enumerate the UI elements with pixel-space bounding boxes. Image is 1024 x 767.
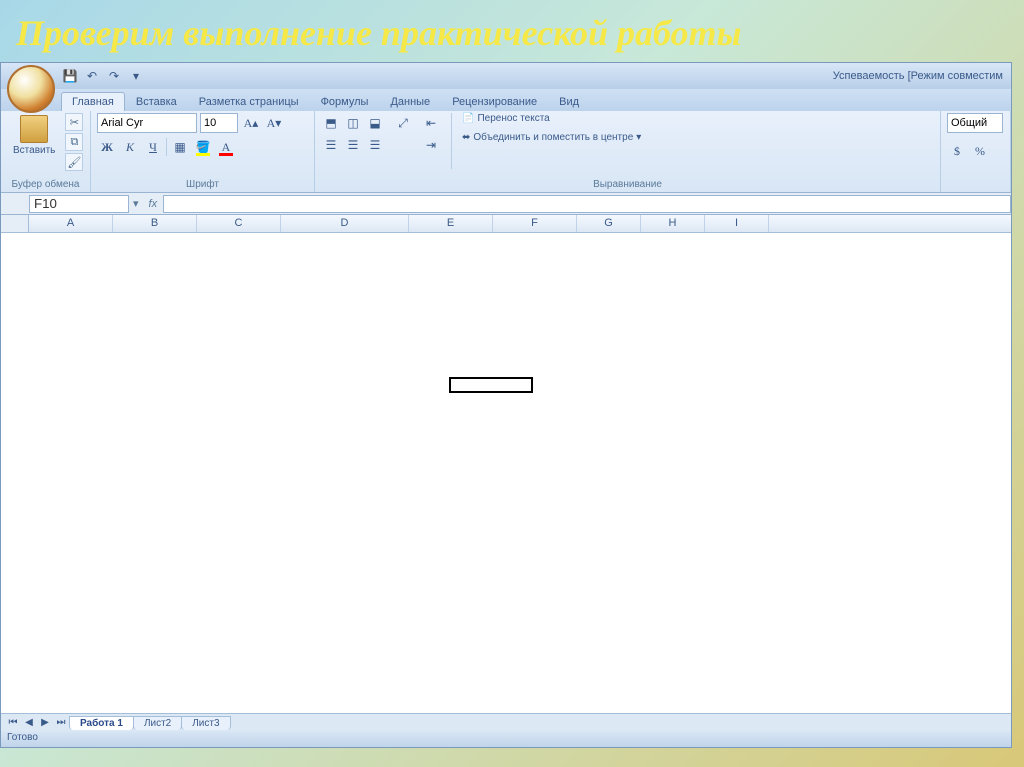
col-header-B[interactable]: B (113, 215, 197, 232)
ribbon-tabs: Главная Вставка Разметка страницы Формул… (1, 89, 1011, 111)
font-size-select[interactable] (200, 113, 238, 133)
quick-access-toolbar: 💾 ↶ ↷ ▾ (61, 67, 145, 85)
alignment-group-label: Выравнивание (321, 179, 934, 192)
col-header-I[interactable]: I (705, 215, 769, 232)
tab-home[interactable]: Главная (61, 92, 125, 111)
paste-icon (20, 115, 48, 143)
redo-icon[interactable]: ↷ (105, 67, 123, 85)
fx-icon[interactable]: fx (143, 198, 164, 210)
decrease-font-icon[interactable]: A▾ (264, 113, 284, 133)
undo-icon[interactable]: ↶ (83, 67, 101, 85)
align-center-icon[interactable]: ☰ (343, 135, 363, 155)
merge-center-button[interactable]: ⬌ Объединить и поместить в центре ▾ (462, 132, 641, 143)
name-box[interactable] (29, 195, 129, 213)
col-header-A[interactable]: A (29, 215, 113, 232)
office-button[interactable] (7, 65, 55, 113)
currency-icon[interactable]: $ (947, 141, 967, 161)
tab-layout[interactable]: Разметка страницы (188, 92, 310, 111)
fill-color-icon[interactable]: 🪣 (193, 137, 213, 157)
orientation-icon[interactable]: ⤢ (393, 113, 413, 133)
col-header-F[interactable]: F (493, 215, 577, 232)
increase-indent-icon[interactable]: ⇥ (421, 135, 441, 155)
chevron-down-icon: ▾ (636, 132, 641, 143)
save-icon[interactable]: 💾 (61, 67, 79, 85)
paste-button[interactable]: Вставить (7, 113, 61, 158)
wrap-text-button[interactable]: 📄 Перенос текста (462, 113, 641, 124)
align-middle-icon[interactable]: ◫ (343, 113, 363, 133)
align-left-icon[interactable]: ☰ (321, 135, 341, 155)
excel-window: 💾 ↶ ↷ ▾ Успеваемость [Режим совместим Гл… (0, 62, 1012, 748)
font-name-select[interactable] (97, 113, 197, 133)
group-alignment: ⬒ ◫ ⬓ ☰ ☰ ☰ ⤢ ⇤ ⇥ 📄 П (315, 111, 941, 192)
status-text: Готово (7, 732, 38, 743)
next-sheet-icon[interactable]: ▶ (37, 717, 53, 728)
wrap-icon: 📄 (462, 113, 474, 124)
group-clipboard: Вставить ✂ ⧉ 🖌 Буфер обмена (1, 111, 91, 192)
qat-dropdown-icon[interactable]: ▾ (127, 67, 145, 85)
sheet-tab-1[interactable]: Работа 1 (69, 716, 134, 730)
sheet-tabs-bar: ⏮ ◀ ▶ ⏭ Работа 1 Лист2 Лист3 (1, 713, 1011, 731)
format-painter-icon[interactable]: 🖌 (65, 153, 83, 171)
merge-icon: ⬌ (462, 132, 470, 143)
wrap-label: Перенос текста (477, 113, 549, 124)
formula-input[interactable] (163, 195, 1011, 213)
tab-view[interactable]: Вид (548, 92, 590, 111)
paste-label: Вставить (13, 145, 55, 156)
ribbon: Вставить ✂ ⧉ 🖌 Буфер обмена A▴ A▾ (1, 111, 1011, 193)
col-header-G[interactable]: G (577, 215, 641, 232)
tab-review[interactable]: Рецензирование (441, 92, 548, 111)
cut-icon[interactable]: ✂ (65, 113, 83, 131)
col-header-H[interactable]: H (641, 215, 705, 232)
col-header-C[interactable]: C (197, 215, 281, 232)
window-title: Успеваемость [Режим совместим (833, 70, 1003, 82)
font-color-icon[interactable]: A (216, 137, 236, 157)
increase-font-icon[interactable]: A▴ (241, 113, 261, 133)
borders-icon[interactable]: ▦ (170, 137, 190, 157)
col-header-D[interactable]: D (281, 215, 409, 232)
slide-title: Проверим выполнение практической работы (0, 0, 1024, 62)
merge-label: Объединить и поместить в центре (473, 132, 633, 143)
sheet-tab-2[interactable]: Лист2 (133, 716, 182, 730)
copy-icon[interactable]: ⧉ (65, 133, 83, 151)
status-bar: Готово (1, 731, 1011, 747)
first-sheet-icon[interactable]: ⏮ (5, 717, 21, 728)
group-font: A▴ A▾ Ж К Ч ▦ 🪣 A Шрифт (91, 111, 315, 192)
tab-data[interactable]: Данные (379, 92, 441, 111)
bold-button[interactable]: Ж (97, 137, 117, 157)
tab-insert[interactable]: Вставка (125, 92, 188, 111)
last-sheet-icon[interactable]: ⏭ (53, 717, 69, 728)
formula-bar: ▾ fx (1, 193, 1011, 215)
align-top-icon[interactable]: ⬒ (321, 113, 341, 133)
italic-button[interactable]: К (120, 137, 140, 157)
number-format-select[interactable] (947, 113, 1003, 133)
select-all-corner[interactable] (1, 215, 29, 232)
prev-sheet-icon[interactable]: ◀ (21, 717, 37, 728)
sheet-tab-3[interactable]: Лист3 (181, 716, 230, 730)
tab-formulas[interactable]: Формулы (310, 92, 380, 111)
titlebar: 💾 ↶ ↷ ▾ Успеваемость [Режим совместим (1, 63, 1011, 89)
underline-button[interactable]: Ч (143, 137, 163, 157)
vertical-align-group: ⬒ ◫ ⬓ ☰ ☰ ☰ (321, 113, 385, 155)
sheet-area[interactable]: ABCDEFGHI (1, 215, 1011, 713)
percent-icon[interactable]: % (970, 141, 990, 161)
clipboard-label: Буфер обмена (7, 179, 84, 192)
selection-box (449, 377, 533, 393)
font-group-label: Шрифт (97, 179, 308, 192)
col-header-E[interactable]: E (409, 215, 493, 232)
group-number: $ % (941, 111, 1011, 192)
align-right-icon[interactable]: ☰ (365, 135, 385, 155)
decrease-indent-icon[interactable]: ⇤ (421, 113, 441, 133)
align-bottom-icon[interactable]: ⬓ (365, 113, 385, 133)
column-headers: ABCDEFGHI (1, 215, 1011, 233)
number-group-label (947, 190, 1004, 192)
dropdown-icon[interactable]: ▾ (129, 197, 143, 210)
